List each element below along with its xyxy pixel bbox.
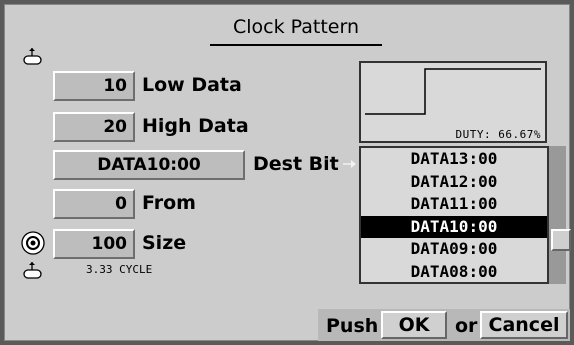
- push-label: Push: [326, 315, 379, 337]
- high-data-label: High Data: [142, 115, 249, 137]
- duty-readout: DUTY: 66.67%: [455, 128, 541, 141]
- cancel-button[interactable]: Cancel: [480, 311, 568, 339]
- size-field[interactable]: 100: [53, 229, 135, 259]
- list-scrollbar[interactable]: [549, 146, 566, 284]
- list-item[interactable]: DATA08:00: [361, 261, 547, 283]
- high-data-field[interactable]: 20: [53, 112, 135, 142]
- dest-bit-field[interactable]: DATA10:00: [53, 150, 245, 180]
- duty-preview: DUTY: 66.67%: [359, 61, 547, 143]
- list-item[interactable]: DATA13:00: [361, 148, 547, 171]
- list-item[interactable]: DATA12:00: [361, 171, 547, 194]
- cycle-note: 3.33 CYCLE: [86, 263, 153, 276]
- arrow-right-icon: [343, 160, 356, 168]
- dest-bit-list[interactable]: DATA13:00 DATA12:00 DATA11:00 DATA10:00 …: [359, 146, 549, 284]
- low-data-label: Low Data: [142, 74, 242, 96]
- radio-button-icon[interactable]: [20, 230, 46, 256]
- dialog-title: Clock Pattern: [210, 12, 382, 46]
- size-label: Size: [142, 232, 187, 254]
- from-field[interactable]: 0: [53, 189, 135, 219]
- list-item-selected[interactable]: DATA10:00: [361, 215, 547, 238]
- list-item[interactable]: DATA09:00: [361, 238, 547, 261]
- low-data-field[interactable]: 10: [53, 71, 135, 101]
- from-label: From: [142, 192, 196, 214]
- knob-icon[interactable]: [22, 260, 44, 282]
- dest-bit-label: Dest Bit: [253, 153, 339, 175]
- knob-icon[interactable]: [22, 46, 44, 68]
- list-item[interactable]: DATA11:00: [361, 193, 547, 216]
- or-label: or: [455, 315, 478, 337]
- ok-button[interactable]: OK: [381, 311, 447, 339]
- scrollbar-thumb[interactable]: [551, 229, 571, 251]
